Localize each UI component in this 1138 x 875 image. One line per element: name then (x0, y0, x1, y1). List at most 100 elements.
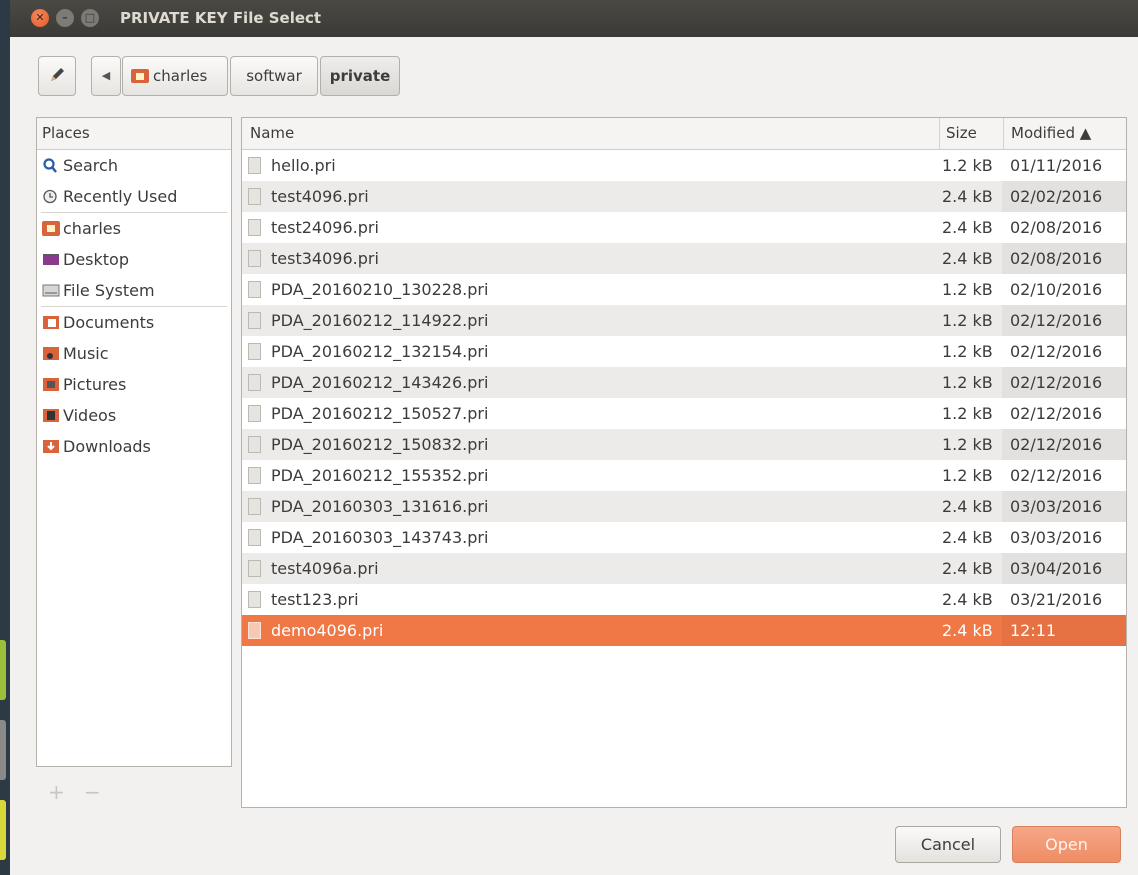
file-row[interactable]: test4096a.pri 2.4 kB 03/04/2016 (242, 553, 1126, 584)
close-icon: ✕ (35, 11, 45, 24)
breadcrumb-charles[interactable]: charles (122, 56, 228, 96)
file-modified: 03/03/2016 (1010, 528, 1103, 547)
file-row[interactable]: test24096.pri 2.4 kB 02/08/2016 (242, 212, 1126, 243)
file-modified: 03/04/2016 (1002, 553, 1126, 584)
file-size: 1.2 kB (942, 342, 993, 361)
file-modified: 02/10/2016 (1010, 280, 1103, 299)
place-desktop[interactable]: Desktop (37, 244, 231, 275)
file-row[interactable]: PDA_20160212_150527.pri 1.2 kB 02/12/2016 (242, 398, 1126, 429)
file-list-header: Name Size Modified ▲ (242, 118, 1126, 150)
type-location-button[interactable] (38, 56, 76, 96)
cancel-button[interactable]: Cancel (895, 826, 1001, 863)
file-size: 2.4 kB (942, 497, 993, 516)
text-file-icon (248, 250, 261, 267)
file-name: demo4096.pri (271, 621, 384, 640)
text-file-icon (248, 560, 261, 577)
path-scroll-left-button[interactable]: ◀ (91, 56, 121, 96)
file-name: PDA_20160212_155352.pri (271, 466, 489, 485)
file-row[interactable]: PDA_20160212_132154.pri 1.2 kB 02/12/2016 (242, 336, 1126, 367)
launcher-indicator (0, 800, 6, 860)
breadcrumb-label: softwar (246, 67, 302, 85)
title-bar: ✕ – □ PRIVATE KEY File Select (10, 0, 1138, 37)
launcher-indicator (0, 640, 6, 700)
text-file-icon (248, 188, 261, 205)
column-divider (939, 118, 940, 149)
text-file-icon (248, 622, 261, 639)
text-file-icon (248, 405, 261, 422)
file-row[interactable]: test123.pri 2.4 kB 03/21/2016 (242, 584, 1126, 615)
column-name-header[interactable]: Name (250, 118, 294, 149)
file-modified: 02/12/2016 (1010, 342, 1103, 361)
file-row[interactable]: PDA_20160212_150832.pri 1.2 kB 02/12/2016 (242, 429, 1126, 460)
desktop-icon (43, 254, 59, 265)
file-name: PDA_20160212_114922.pri (271, 311, 489, 330)
text-file-icon (248, 591, 261, 608)
file-size: 1.2 kB (942, 373, 993, 392)
file-row[interactable]: test34096.pri 2.4 kB 02/08/2016 (242, 243, 1126, 274)
file-size: 2.4 kB (942, 218, 993, 237)
file-size: 1.2 kB (942, 404, 993, 423)
place-file-system[interactable]: File System (37, 275, 231, 306)
launcher-strip (0, 0, 10, 875)
text-file-icon (248, 498, 261, 515)
file-row[interactable]: demo4096.pri 2.4 kB 12:11 (242, 615, 1126, 646)
breadcrumb-label: charles (153, 67, 208, 85)
file-name: PDA_20160210_130228.pri (271, 280, 489, 299)
file-row[interactable]: PDA_20160212_143426.pri 1.2 kB 02/12/2016 (242, 367, 1126, 398)
file-row[interactable]: hello.pri 1.2 kB 01/11/2016 (242, 150, 1126, 181)
text-file-icon (248, 219, 261, 236)
file-list: Name Size Modified ▲ hello.pri 1.2 kB 01/1… (241, 117, 1127, 808)
place-label: Desktop (63, 250, 129, 269)
file-size: 1.2 kB (942, 435, 993, 454)
minimize-icon: – (62, 11, 68, 24)
file-row[interactable]: PDA_20160303_143743.pri 2.4 kB 03/03/2016 (242, 522, 1126, 553)
file-modified: 02/12/2016 (1002, 305, 1126, 336)
breadcrumb-softwar[interactable]: softwar (230, 56, 318, 96)
file-name: test24096.pri (271, 218, 379, 237)
file-name: test4096a.pri (271, 559, 379, 578)
file-row[interactable]: PDA_20160212_155352.pri 1.2 kB 02/12/2016 (242, 460, 1126, 491)
file-row[interactable]: test4096.pri 2.4 kB 02/02/2016 (242, 181, 1126, 212)
file-modified: 02/08/2016 (1010, 218, 1103, 237)
file-name: PDA_20160212_150527.pri (271, 404, 489, 423)
place-documents[interactable]: Documents (37, 307, 231, 338)
pencil-icon (51, 68, 64, 81)
file-row[interactable]: PDA_20160303_131616.pri 2.4 kB 03/03/2016 (242, 491, 1126, 522)
file-modified: 02/12/2016 (1002, 429, 1126, 460)
place-pictures[interactable]: Pictures (37, 369, 231, 400)
file-size: 2.4 kB (942, 249, 993, 268)
text-file-icon (248, 374, 261, 391)
text-file-icon (248, 343, 261, 360)
documents-folder-icon (43, 316, 59, 329)
column-size-header[interactable]: Size (946, 118, 977, 149)
column-modified-header[interactable]: Modified ▲ (1011, 118, 1091, 149)
launcher-indicator (0, 720, 6, 780)
add-bookmark-button[interactable]: + (48, 780, 65, 804)
file-row[interactable]: PDA_20160212_114922.pri 1.2 kB 02/12/2016 (242, 305, 1126, 336)
file-rows: hello.pri 1.2 kB 01/11/2016 test4096.pri 2.4… (242, 150, 1126, 646)
place-music[interactable]: Music (37, 338, 231, 369)
close-window-button[interactable]: ✕ (31, 9, 49, 27)
place-label: Search (63, 156, 118, 175)
file-name: test4096.pri (271, 187, 369, 206)
place-label: Documents (63, 313, 155, 332)
maximize-window-button[interactable]: □ (81, 9, 99, 27)
open-button[interactable]: Open (1012, 826, 1121, 863)
file-size: 2.4 kB (942, 590, 993, 609)
file-row[interactable]: PDA_20160210_130228.pri 1.2 kB 02/10/2016 (242, 274, 1126, 305)
file-size: 2.4 kB (942, 621, 993, 640)
file-modified: 02/12/2016 (1002, 367, 1126, 398)
place-search[interactable]: Search (37, 150, 231, 181)
place-charles[interactable]: charles (37, 213, 231, 244)
text-file-icon (248, 157, 261, 174)
music-folder-icon (43, 347, 59, 360)
downloads-folder-icon (43, 440, 59, 453)
file-size: 1.2 kB (942, 156, 993, 175)
place-downloads[interactable]: Downloads (37, 431, 231, 462)
minimize-window-button[interactable]: – (56, 9, 74, 27)
place-recently-used[interactable]: Recently Used (37, 181, 231, 212)
breadcrumb-private[interactable]: private (320, 56, 400, 96)
place-videos[interactable]: Videos (37, 400, 231, 431)
remove-bookmark-button[interactable]: − (84, 780, 101, 804)
file-size: 2.4 kB (942, 187, 993, 206)
